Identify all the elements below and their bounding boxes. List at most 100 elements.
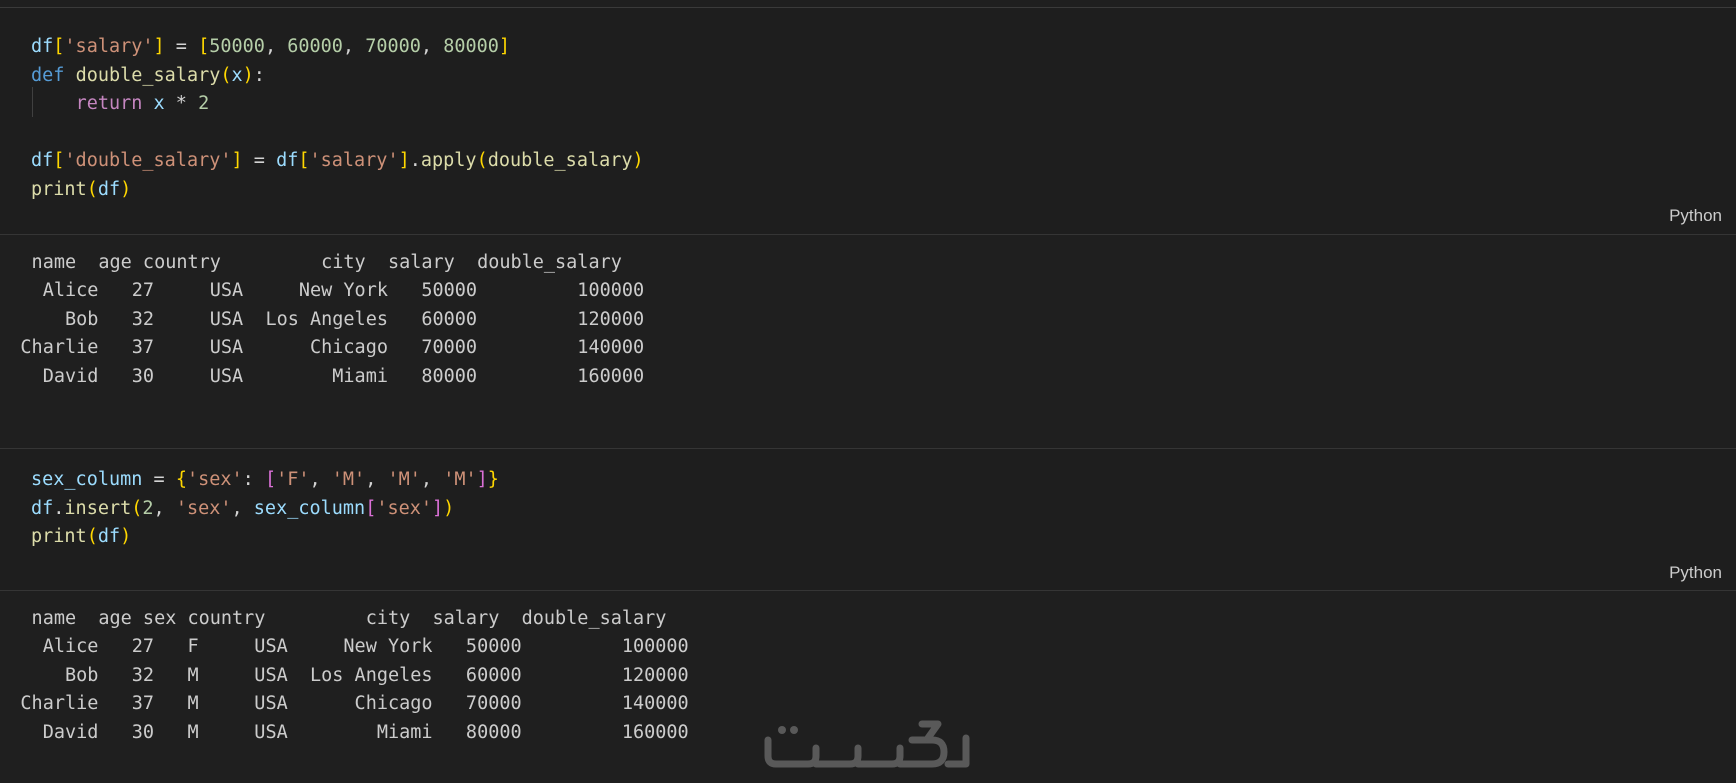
code-token: double_salary <box>75 65 221 86</box>
code-token: 'sex' <box>376 498 433 519</box>
code-token: ] <box>432 498 444 519</box>
code-token: = <box>164 36 199 57</box>
code-token: 'double_salary' <box>64 150 232 171</box>
code-token: [ <box>298 150 310 171</box>
code-token: df <box>31 36 54 57</box>
code-token: 50000 <box>209 36 265 57</box>
code-token: , <box>420 469 444 490</box>
code-line[interactable]: df['double_salary'] = df['salary'].apply… <box>31 147 644 175</box>
code-token: df <box>31 150 54 171</box>
code-token: 'sex' <box>186 469 243 490</box>
code-line[interactable]: return x * 2 <box>31 90 210 118</box>
code-token: ] <box>476 469 488 490</box>
code-token: 'salary' <box>309 150 399 171</box>
code-token: 'sex' <box>175 498 232 519</box>
code-token: [ <box>365 498 377 519</box>
code-token: ( <box>86 179 98 200</box>
code-cell-2[interactable]: sex_column = {'sex': ['F', 'M', 'M', 'M'… <box>0 449 1736 590</box>
code-token: . <box>409 150 421 171</box>
code-token: 2 <box>198 93 210 114</box>
output-line: 3 David 30 USA Miami 80000 160000 <box>0 366 645 387</box>
code-token: ) <box>120 526 132 547</box>
code-line[interactable]: print(df) <box>31 523 131 551</box>
cell-language-label[interactable]: Python <box>1669 563 1722 583</box>
code-token: 'M' <box>443 469 477 490</box>
code-token: , <box>342 36 366 57</box>
code-token: ( <box>476 150 488 171</box>
code-token: ) <box>242 65 254 86</box>
code-token: , <box>231 498 254 519</box>
code-line[interactable]: print(df) <box>31 176 131 204</box>
code-token: sex_column <box>253 498 366 519</box>
output-cell-1: name age country city salary double_sala… <box>0 235 1736 448</box>
code-token: ( <box>220 65 232 86</box>
code-token: apply <box>420 150 477 171</box>
code-line[interactable]: sex_column = {'sex': ['F', 'M', 'M', 'M'… <box>31 466 499 494</box>
code-token: { <box>175 469 187 490</box>
code-token: = <box>242 150 277 171</box>
code-token: x <box>231 65 243 86</box>
code-token: ) <box>443 498 455 519</box>
code-token: ) <box>120 179 132 200</box>
code-line[interactable]: def double_salary(x): <box>31 62 265 90</box>
code-token: : <box>242 469 265 490</box>
output-line: 0 Alice 27 USA New York 50000 100000 <box>0 280 645 301</box>
output-line: 1 Bob 32 USA Los Angeles 60000 120000 <box>0 309 645 330</box>
code-token: * <box>164 93 199 114</box>
code-token: ] <box>153 36 165 57</box>
code-token: 'F' <box>276 469 310 490</box>
code-line[interactable]: df['salary'] = [50000, 60000, 70000, 800… <box>31 33 510 61</box>
code-token: 80000 <box>443 36 499 57</box>
code-token: 2 <box>142 498 154 519</box>
code-token: def <box>31 65 65 86</box>
code-token: ( <box>131 498 143 519</box>
code-token: double_salary <box>487 150 633 171</box>
code-token: . <box>53 498 65 519</box>
code-token: print <box>31 179 87 200</box>
code-token: 'M' <box>387 469 421 490</box>
code-token: , <box>264 36 288 57</box>
code-token: [ <box>53 36 65 57</box>
output-line: name age country city salary double_sala… <box>0 252 622 273</box>
code-token: , <box>309 469 332 490</box>
code-token: , <box>365 469 388 490</box>
code-token: df <box>97 179 121 200</box>
code-token: 'M' <box>331 469 366 490</box>
code-token: } <box>487 469 499 490</box>
code-token: ) <box>632 150 644 171</box>
code-token: ] <box>498 36 511 57</box>
code-token: 70000 <box>365 36 421 57</box>
code-token: 60000 <box>287 36 343 57</box>
code-token: [ <box>53 150 65 171</box>
code-token: df <box>97 526 121 547</box>
code-token: ] <box>231 150 243 171</box>
code-token: return <box>75 93 143 114</box>
code-token: [ <box>264 469 277 490</box>
code-token: ] <box>398 150 410 171</box>
output-line: name age sex country city salary double_… <box>0 608 667 629</box>
cell-language-label[interactable]: Python <box>1669 206 1722 226</box>
code-token: sex_column <box>31 469 143 490</box>
code-token: : <box>253 65 265 86</box>
code-token: print <box>31 526 87 547</box>
khamsat-logo-watermark <box>764 720 970 768</box>
code-token: , <box>420 36 444 57</box>
output-line: 1 Bob 32 M USA Los Angeles 60000 120000 <box>0 665 689 686</box>
code-token: insert <box>64 498 132 519</box>
output-line: 2 Charlie 37 M USA Chicago 70000 140000 <box>0 693 689 714</box>
output-line: 2 Charlie 37 USA Chicago 70000 140000 <box>0 337 645 358</box>
code-token: , <box>153 498 176 519</box>
output-line: 0 Alice 27 F USA New York 50000 100000 <box>0 636 689 657</box>
code-token: df <box>31 498 54 519</box>
output-line: 3 David 30 M USA Miami 80000 160000 <box>0 722 689 743</box>
code-cell-1[interactable]: df['salary'] = [50000, 60000, 70000, 800… <box>0 8 1736 234</box>
code-token: 'salary' <box>64 36 154 57</box>
code-token: ( <box>86 526 98 547</box>
code-line[interactable]: df.insert(2, 'sex', sex_column['sex']) <box>31 495 454 523</box>
code-token: df <box>276 150 299 171</box>
code-token: x <box>153 93 165 114</box>
code-token: = <box>142 469 176 490</box>
